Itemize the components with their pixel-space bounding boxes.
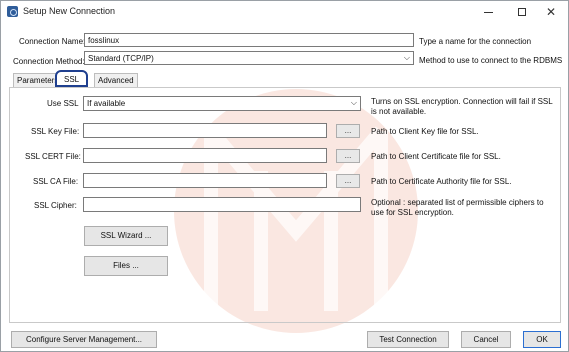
ssl-wizard-button[interactable]: SSL Wizard ... xyxy=(84,226,168,246)
ssl-cipher-hint-line-2: use for SSL encryption. xyxy=(371,208,454,217)
close-button[interactable]: ✕ xyxy=(534,1,568,23)
tab-ssl-label: SSL xyxy=(64,75,80,84)
use-ssl-hint: Turns on SSL encryption. Connection will… xyxy=(371,97,553,117)
minimize-icon xyxy=(483,11,493,13)
use-ssl-hint-line-2: is not available. xyxy=(371,107,427,116)
close-icon: ✕ xyxy=(545,5,557,19)
ssl-key-file-browse-button[interactable]: ... xyxy=(336,124,360,138)
tab-ssl[interactable]: SSL xyxy=(55,70,89,87)
chevron-down-icon: ⌵ xyxy=(403,53,410,62)
ok-button[interactable]: OK xyxy=(523,331,561,348)
connection-name-label: Connection Name: xyxy=(19,37,86,46)
ssl-key-file-input[interactable] xyxy=(83,123,327,138)
configure-server-management-button[interactable]: Configure Server Management... xyxy=(11,331,157,348)
ssl-ca-file-input[interactable] xyxy=(83,173,327,188)
maximize-icon xyxy=(518,8,526,16)
use-ssl-hint-line-1: Turns on SSL encryption. Connection will… xyxy=(371,97,553,106)
ssl-cipher-hint: Optional : separated list of permissible… xyxy=(371,198,544,218)
ssl-key-file-hint: Path to Client Key file for SSL. xyxy=(371,127,479,136)
ssl-cert-file-hint: Path to Client Certificate file for SSL. xyxy=(371,152,501,161)
workbench-app-icon xyxy=(7,6,18,17)
tab-advanced[interactable]: Advanced xyxy=(94,73,138,87)
connection-method-select[interactable]: Standard (TCP/IP) ⌵ xyxy=(84,51,414,65)
ssl-key-file-label: SSL Key File: xyxy=(31,127,80,136)
ssl-cert-file-browse-button[interactable]: ... xyxy=(336,149,360,163)
use-ssl-select[interactable]: If available ⌵ xyxy=(83,96,361,111)
tab-advanced-label: Advanced xyxy=(98,76,134,85)
ssl-ca-file-hint: Path to Certificate Authority file for S… xyxy=(371,177,512,186)
ssl-ca-file-label: SSL CA File: xyxy=(33,177,79,186)
setup-connection-dialog: Setup New Connection ✕ Connection Name: … xyxy=(0,0,569,352)
ssl-cipher-hint-line-1: Optional : separated list of permissible… xyxy=(371,198,544,207)
title-bar: Setup New Connection ✕ xyxy=(1,1,568,23)
test-connection-button[interactable]: Test Connection xyxy=(367,331,449,348)
ssl-cipher-input[interactable] xyxy=(83,197,361,212)
use-ssl-value: If available xyxy=(87,99,126,108)
ssl-cert-file-input[interactable] xyxy=(83,148,327,163)
ssl-files-button[interactable]: Files ... xyxy=(84,256,168,276)
ssl-cipher-label: SSL Cipher: xyxy=(34,201,77,210)
connection-name-hint: Type a name for the connection xyxy=(419,37,532,46)
minimize-button[interactable] xyxy=(471,1,505,23)
tab-parameters-label: Parameters xyxy=(17,76,59,85)
ssl-ca-file-browse-button[interactable]: ... xyxy=(336,174,360,188)
connection-method-value: Standard (TCP/IP) xyxy=(88,54,154,63)
window-title: Setup New Connection xyxy=(23,6,116,16)
ssl-cert-file-label: SSL CERT File: xyxy=(25,152,81,161)
connection-method-hint: Method to use to connect to the RDBMS xyxy=(419,56,563,65)
connection-name-input[interactable]: fosslinux xyxy=(84,33,414,47)
chevron-down-icon: ⌵ xyxy=(350,98,357,107)
use-ssl-label: Use SSL xyxy=(47,99,79,108)
cancel-button[interactable]: Cancel xyxy=(461,331,511,348)
connection-method-label: Connection Method: xyxy=(13,57,85,66)
